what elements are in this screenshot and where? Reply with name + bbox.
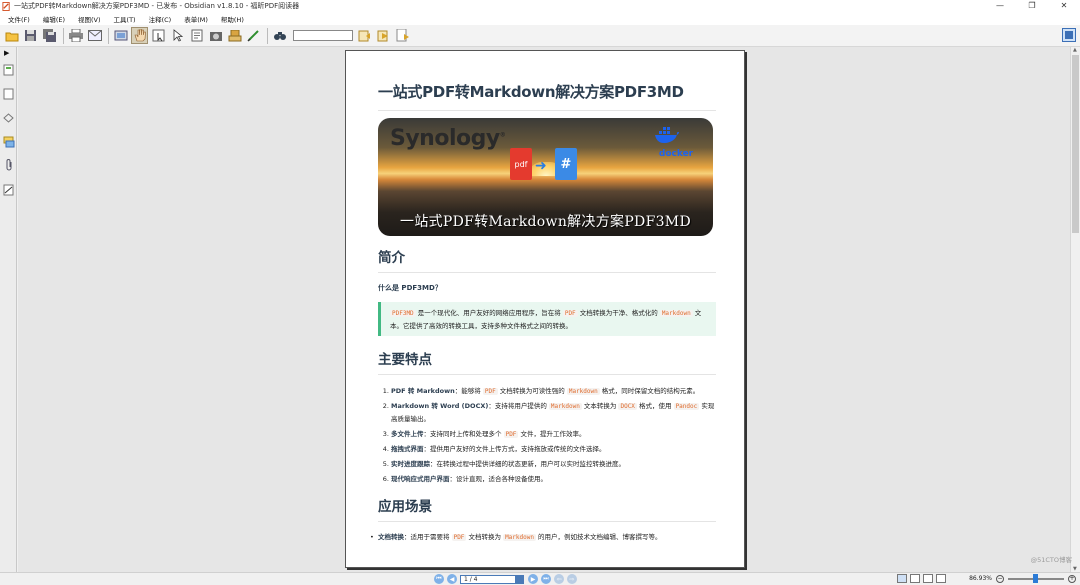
left-navigation-panel: ▶ — [0, 47, 17, 572]
pdf-file-icon: pdf — [510, 148, 532, 180]
intro-heading: 简介 — [378, 246, 716, 273]
save-all-icon[interactable] — [41, 27, 58, 44]
menu-edit[interactable]: 编辑(E) — [35, 14, 70, 24]
toolbar-separator — [108, 27, 109, 44]
synology-logo: Synology® — [390, 126, 506, 151]
save-icon[interactable] — [22, 27, 39, 44]
menu-file[interactable]: 文件(F) — [0, 14, 35, 24]
status-bar: ⏮ ◀ 1 / 4 ▶ ⏭ ⇦ ⇨ 86.93% − + — [0, 572, 1080, 585]
watermark: @51CTO博客 — [1030, 556, 1072, 564]
intro-blockquote: PDF3MD 是一个现代化、用户友好的网络应用程序，旨在将 PDF 文档转换为干… — [378, 302, 716, 336]
zoom-slider-knob[interactable] — [1033, 573, 1038, 583]
app-icon — [2, 1, 10, 11]
scroll-up-icon[interactable]: ▲ — [1073, 47, 1077, 53]
features-list: PDF 转 Markdown：能够将 PDF 文档转换为可读性强的 Markdo… — [378, 385, 716, 486]
menu-comment[interactable]: 注释(C) — [141, 14, 177, 24]
email-icon[interactable] — [86, 27, 103, 44]
next-page-button[interactable]: ▶ — [528, 574, 538, 584]
pages-icon[interactable] — [2, 63, 15, 76]
open-folder-icon[interactable] — [3, 27, 20, 44]
docker-logo: docker — [654, 126, 698, 164]
list-item: Markdown 转 Word (DOCX)：支持将用户提供的 Markdown… — [391, 400, 716, 426]
first-page-button[interactable]: ⏮ — [434, 574, 444, 584]
page-navigation: ⏮ ◀ 1 / 4 ▶ ⏭ ⇦ ⇨ — [434, 574, 580, 584]
minimize-button[interactable]: — — [984, 0, 1016, 12]
intro-question: 什么是 PDF3MD？ — [378, 284, 442, 292]
toolbar — [0, 25, 1080, 47]
menu-view[interactable]: 视图(V) — [70, 14, 106, 24]
hand-tool-icon[interactable] — [131, 27, 148, 44]
list-item: 文档转换：适用于需要将 PDF 文档转换为 Markdown 的用户，例如技术文… — [370, 531, 716, 544]
page-number-field[interactable]: 1 / 4 — [460, 574, 524, 584]
facing-view-icon[interactable] — [923, 574, 934, 583]
scan-icon[interactable] — [112, 27, 129, 44]
menu-tools[interactable]: 工具(T) — [106, 14, 141, 24]
sign-icon[interactable] — [245, 27, 262, 44]
signatures-icon[interactable] — [2, 183, 15, 196]
docker-whale-icon — [655, 127, 679, 143]
menu-bar: 文件(F) 编辑(E) 视图(V) 工具(T) 注释(C) 表单(M) 帮助(H… — [0, 12, 1080, 25]
comments-icon[interactable] — [2, 135, 15, 148]
fullscreen-icon[interactable] — [1062, 28, 1076, 42]
forward-button[interactable]: ⇨ — [567, 574, 577, 584]
last-page-button[interactable]: ⏭ — [541, 574, 551, 584]
select-tool-icon[interactable] — [150, 27, 167, 44]
continuous-facing-view-icon[interactable] — [936, 574, 947, 583]
search-prev-icon[interactable] — [356, 27, 373, 44]
find-icon[interactable] — [271, 27, 288, 44]
back-button[interactable]: ⇦ — [554, 574, 564, 584]
pdf-page: 一站式PDF转Markdown解决方案PDF3MD Synology® pdf … — [345, 50, 745, 568]
window-title: 一站式PDF转Markdown解决方案PDF3MD - 已发布 - Obsidi… — [14, 2, 300, 10]
scenes-list: 文档转换：适用于需要将 PDF 文档转换为 Markdown 的用户，例如技术文… — [370, 531, 716, 544]
arrow-right-icon: ➜ — [535, 158, 547, 174]
list-item: PDF 转 Markdown：能够将 PDF 文档转换为可读性强的 Markdo… — [391, 385, 716, 398]
zoom-in-button[interactable]: + — [1068, 574, 1076, 583]
title-bar: 一站式PDF转Markdown解决方案PDF3MD - 已发布 - Obsidi… — [0, 0, 1080, 12]
prev-page-button[interactable]: ◀ — [447, 574, 457, 584]
list-item: 现代响应式用户界面：设计直观，适合各种设备使用。 — [391, 473, 716, 486]
scenes-heading: 应用场景 — [378, 495, 716, 522]
zoom-out-button[interactable]: − — [996, 574, 1004, 583]
document-title: 一站式PDF转Markdown解决方案PDF3MD — [378, 51, 716, 111]
markdown-file-icon: # — [555, 148, 577, 180]
bookmark-icon[interactable] — [394, 27, 411, 44]
print-icon[interactable] — [67, 27, 84, 44]
bookmarks-icon[interactable] — [2, 87, 15, 100]
list-item: 实时进度跟踪：在转换过程中提供详细的状态更新，用户可以实时监控转换进度。 — [391, 458, 716, 471]
continuous-view-icon[interactable] — [910, 574, 921, 583]
zoom-slider[interactable] — [1008, 573, 1064, 583]
panel-toggle-icon[interactable]: ▶ — [4, 49, 9, 57]
banner-image: Synology® pdf ➜ # docker 一站式PDF转Markdown… — [378, 118, 713, 236]
menu-forms[interactable]: 表单(M) — [176, 14, 213, 24]
search-input[interactable] — [293, 30, 353, 41]
single-page-view-icon[interactable] — [897, 574, 908, 583]
menu-help[interactable]: 帮助(H) — [213, 14, 249, 24]
zoom-level[interactable]: 86.93% — [969, 575, 992, 582]
chevron-down-icon[interactable] — [515, 575, 523, 584]
list-item: 多文件上传：支持同时上传和处理多个 PDF 文件，提升工作效率。 — [391, 428, 716, 441]
list-item: 拖拽式界面：提供用户友好的文件上传方式，支持拖放或传统的文件选择。 — [391, 443, 716, 456]
close-button[interactable]: ✕ — [1048, 0, 1080, 12]
toolbar-separator — [267, 27, 268, 44]
search-next-icon[interactable] — [375, 27, 392, 44]
scrollbar-thumb[interactable] — [1072, 55, 1079, 233]
banner-caption: 一站式PDF转Markdown解决方案PDF3MD — [400, 214, 691, 230]
snapshot-icon[interactable] — [207, 27, 224, 44]
vertical-scrollbar[interactable]: ▲ ▼ — [1070, 47, 1080, 572]
pointer-icon[interactable] — [169, 27, 186, 44]
attachments-icon[interactable] — [2, 159, 15, 172]
layers-icon[interactable] — [2, 111, 15, 124]
toolbar-separator — [63, 27, 64, 44]
stamp-icon[interactable] — [226, 27, 243, 44]
restore-button[interactable]: ❐ — [1016, 0, 1048, 12]
text-select-icon[interactable] — [188, 27, 205, 44]
features-heading: 主要特点 — [378, 348, 716, 375]
